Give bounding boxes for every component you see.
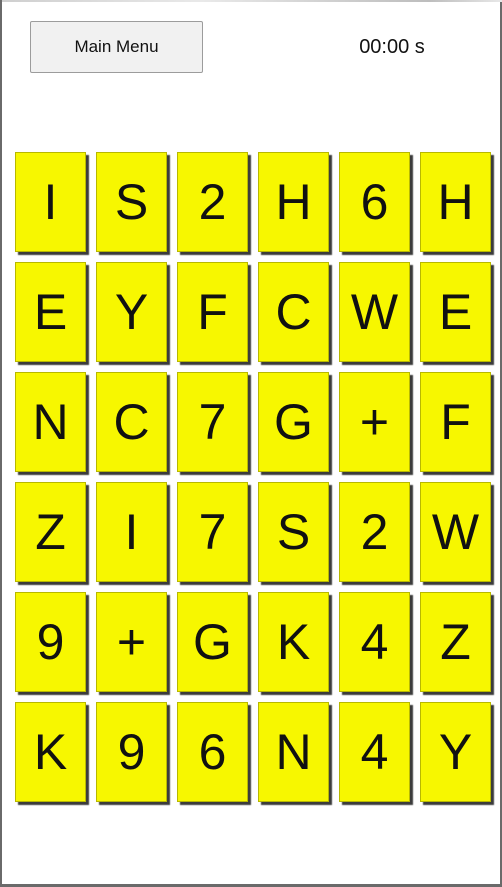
card-tile[interactable]: H (258, 152, 329, 252)
card-tile[interactable]: G (258, 372, 329, 472)
card-tile[interactable]: K (15, 702, 86, 802)
card-tile[interactable]: N (258, 702, 329, 802)
card-tile[interactable]: C (258, 262, 329, 362)
card-tile[interactable]: 9 (15, 592, 86, 692)
card-tile[interactable]: 7 (177, 482, 248, 582)
card-tile[interactable]: 7 (177, 372, 248, 472)
card-tile[interactable]: 6 (339, 152, 410, 252)
main-menu-button[interactable]: Main Menu (30, 21, 203, 73)
card-tile[interactable]: N (15, 372, 86, 472)
game-window: Main Menu 00:00 s I S 2 H 6 H E Y F C W E N C 7 G + F Z I 7 S… (0, 0, 502, 887)
card-tile[interactable]: Y (96, 262, 167, 362)
card-tile[interactable]: + (339, 372, 410, 472)
card-tile[interactable]: E (15, 262, 86, 362)
card-tile[interactable]: K (258, 592, 329, 692)
card-tile[interactable]: E (420, 262, 491, 362)
card-tile[interactable]: 6 (177, 702, 248, 802)
card-grid: I S 2 H 6 H E Y F C W E N C 7 G + F Z I 7 S 2 W 9 + G K 4 Z K 9 6 N 4 Y (15, 152, 493, 804)
card-tile[interactable]: W (339, 262, 410, 362)
card-tile[interactable]: 4 (339, 592, 410, 692)
card-tile[interactable]: H (420, 152, 491, 252)
card-tile[interactable]: F (177, 262, 248, 362)
card-tile[interactable]: S (258, 482, 329, 582)
card-tile[interactable]: S (96, 152, 167, 252)
card-tile[interactable]: 2 (339, 482, 410, 582)
card-tile[interactable]: Y (420, 702, 491, 802)
card-tile[interactable]: I (15, 152, 86, 252)
card-tile[interactable]: F (420, 372, 491, 472)
card-tile[interactable]: W (420, 482, 491, 582)
card-tile[interactable]: 4 (339, 702, 410, 802)
card-tile[interactable]: 2 (177, 152, 248, 252)
card-tile[interactable]: I (96, 482, 167, 582)
card-tile[interactable]: C (96, 372, 167, 472)
card-tile[interactable]: Z (420, 592, 491, 692)
card-tile[interactable]: + (96, 592, 167, 692)
elapsed-timer: 00:00 s (359, 36, 425, 58)
top-edge (2, 0, 502, 2)
card-tile[interactable]: Z (15, 482, 86, 582)
card-tile[interactable]: 9 (96, 702, 167, 802)
card-tile[interactable]: G (177, 592, 248, 692)
